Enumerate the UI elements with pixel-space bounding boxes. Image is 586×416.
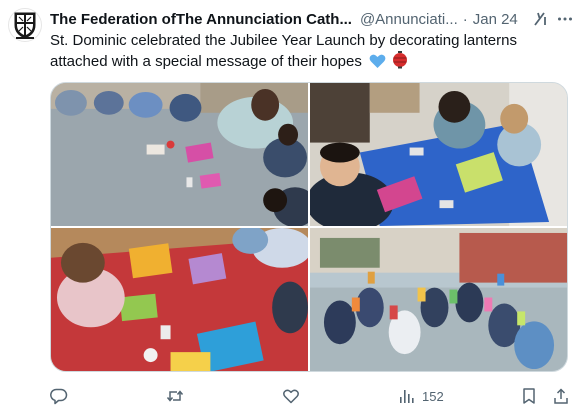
retweet-button[interactable] (166, 387, 184, 405)
retweet-icon (166, 390, 184, 402)
views-count: 152 (422, 388, 444, 404)
like-button[interactable] (282, 387, 300, 405)
grok-icon[interactable] (532, 10, 550, 28)
lantern-icon (392, 51, 408, 75)
tweet-body: St. Dominic celebrated the Jubilee Year … (50, 32, 517, 70)
school-crest-icon (14, 12, 36, 39)
action-bar: 152 (50, 384, 570, 408)
avatar[interactable] (8, 8, 42, 42)
share-button[interactable] (552, 387, 570, 405)
photo-2[interactable] (310, 83, 567, 226)
separator: · (462, 10, 468, 28)
photo-1[interactable] (51, 83, 308, 226)
photo-3[interactable] (51, 228, 308, 371)
bookmark-button[interactable] (520, 387, 538, 405)
like-icon (283, 389, 299, 404)
tweet-header: The Federation ofThe Annunciation Cath..… (50, 8, 576, 30)
author-name[interactable]: The Federation ofThe Annunciation Cath..… (50, 11, 352, 28)
author-handle[interactable]: @Annunciati... (360, 11, 458, 28)
photo-4[interactable] (310, 228, 567, 371)
views-button[interactable]: 152 (398, 387, 444, 405)
bookmark-icon (523, 388, 535, 404)
post-date[interactable]: Jan 24 (473, 11, 518, 28)
share-icon (554, 388, 568, 404)
more-icon[interactable] (554, 8, 576, 30)
blue-heart-icon (369, 53, 386, 75)
reply-button[interactable] (50, 387, 68, 405)
views-icon (400, 390, 414, 403)
media-grid (50, 82, 568, 372)
tweet-text: St. Dominic celebrated the Jubilee Year … (50, 31, 570, 75)
reply-icon (50, 388, 68, 405)
